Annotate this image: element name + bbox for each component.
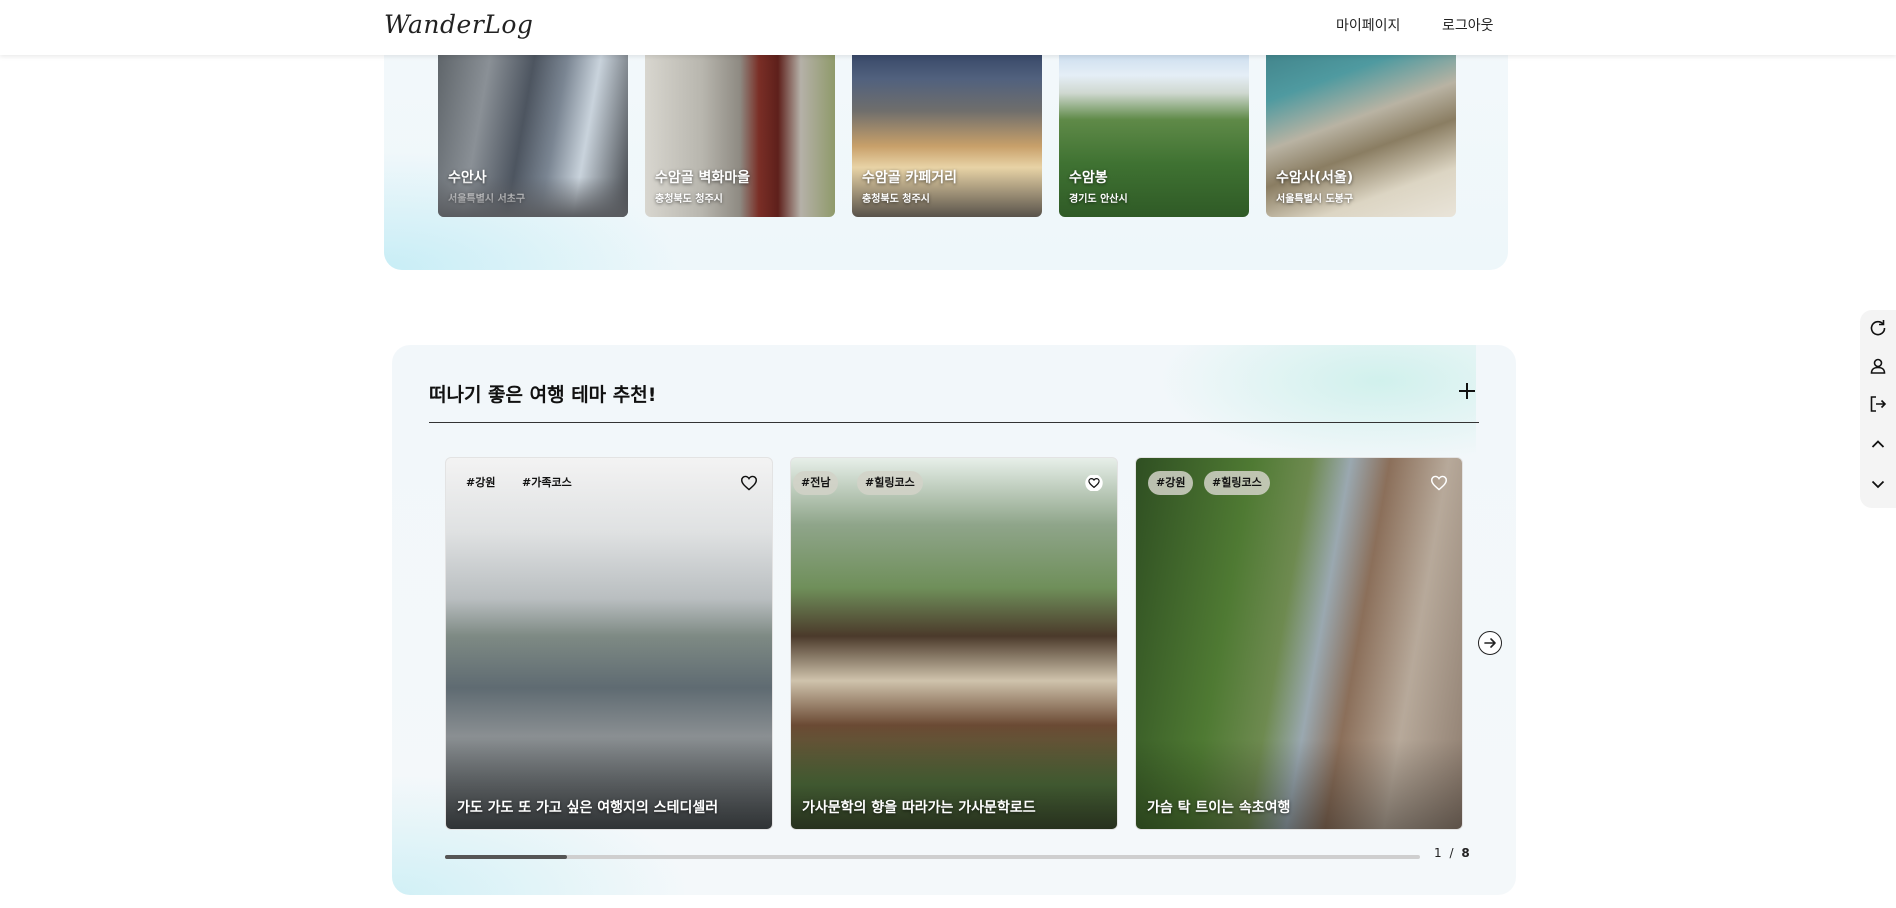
place-region: 서울특별시 서초구 [448, 194, 526, 205]
place-name: 수암봉 [1069, 170, 1108, 186]
place-region: 충청북도 청주시 [862, 194, 930, 205]
heart-icon[interactable] [740, 475, 758, 491]
theme-card-title: 가슴 탁 트이는 속초여행 [1147, 800, 1291, 816]
place-name: 수안사 [448, 170, 487, 186]
theme-card[interactable]: #강원 #가족코스 가도 가도 또 가고 싶은 여행지의 스테디셀러 [445, 457, 773, 830]
chevron-up-icon[interactable] [1868, 434, 1888, 454]
side-menu [1860, 310, 1896, 508]
tag: #힐링코스 [857, 471, 923, 495]
tag: #강원 [1148, 471, 1194, 495]
place-card[interactable]: 수암사(서울) 서울특별시 도봉구 [1266, 40, 1456, 217]
heart-icon[interactable] [1430, 475, 1448, 491]
place-region: 충청북도 청주시 [655, 194, 723, 205]
user-icon[interactable] [1868, 356, 1888, 376]
mypage-link[interactable]: 마이페이지 [1336, 15, 1400, 35]
tag: #가족코스 [522, 476, 572, 489]
place-name: 수암골 벽화마을 [655, 170, 751, 186]
theme-card[interactable]: #전남 #힐링코스 가사문학의 향을 따라가는 가사문학로드 [790, 457, 1118, 830]
place-card[interactable]: 수안사 서울특별시 서초구 [438, 40, 628, 217]
page-current: 1 [1434, 846, 1442, 860]
logo[interactable]: WanderLog [384, 10, 533, 39]
place-card[interactable]: 수암봉 경기도 안산시 [1059, 40, 1249, 217]
header: WanderLog 마이페이지 로그아웃 [0, 0, 1896, 55]
next-slide-button[interactable] [1478, 631, 1502, 655]
place-region: 서울특별시 도봉구 [1276, 194, 1354, 205]
logout-link[interactable]: 로그아웃 [1442, 15, 1494, 35]
theme-card[interactable]: #강원 #힐링코스 가슴 탁 트이는 속초여행 [1135, 457, 1463, 830]
tag: #전남 [793, 471, 839, 495]
heart-icon[interactable] [1085, 475, 1103, 491]
page-total: 8 [1461, 846, 1470, 860]
carousel-progress-fill [445, 855, 567, 859]
chevron-down-icon[interactable] [1868, 474, 1888, 494]
place-name: 수암사(서울) [1276, 170, 1354, 186]
place-name: 수암골 카페거리 [862, 170, 958, 186]
refresh-icon[interactable] [1868, 318, 1888, 338]
carousel-progress-track [445, 855, 1420, 859]
tag: #강원 [466, 476, 496, 489]
place-region: 경기도 안산시 [1069, 194, 1128, 205]
logout-icon[interactable] [1868, 394, 1888, 414]
section-title: 떠나기 좋은 여행 테마 추천! [429, 384, 657, 406]
place-card[interactable]: 수암골 벽화마을 충청북도 청주시 [645, 40, 835, 217]
arrow-right-icon [1484, 638, 1496, 648]
page-separator: / [1449, 846, 1454, 860]
theme-card-title: 가도 가도 또 가고 싶은 여행지의 스테디셀러 [457, 800, 719, 816]
page-indicator: 1 / 8 [1434, 846, 1470, 860]
tag: #힐링코스 [1204, 471, 1270, 495]
plus-icon[interactable] [1456, 380, 1478, 402]
place-card[interactable]: 수암골 카페거리 충청북도 청주시 [852, 40, 1042, 217]
theme-card-title: 가사문학의 향을 따라가는 가사문학로드 [802, 800, 1036, 816]
divider [429, 422, 1479, 423]
